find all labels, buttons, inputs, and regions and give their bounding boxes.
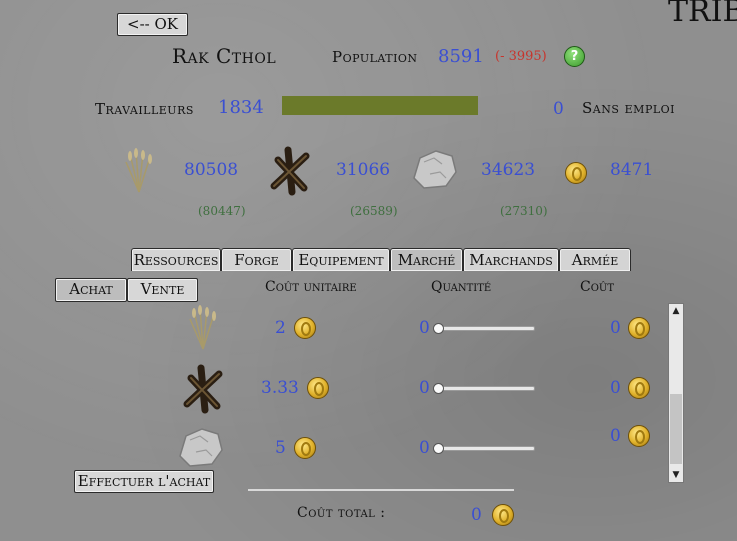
- city-name: Rak Cthol: [172, 44, 277, 68]
- cost-wheat: 0: [610, 318, 621, 338]
- resource-gold-value: 8471: [610, 160, 654, 180]
- ok-button[interactable]: <-- OK: [117, 13, 188, 36]
- scrollbar[interactable]: ▲ ▼: [668, 303, 684, 483]
- unit-cost-wood: 3.33: [261, 378, 299, 398]
- wheat-icon: [189, 305, 216, 350]
- subtab-achat[interactable]: Achat: [55, 278, 127, 302]
- slider-knob[interactable]: [433, 323, 444, 334]
- tab-equipement[interactable]: Equipement: [292, 248, 390, 271]
- resource-stone-sub: (27310): [500, 204, 548, 218]
- slider-knob[interactable]: [433, 383, 444, 394]
- execute-purchase-button[interactable]: Effectuer l'achat: [74, 470, 214, 493]
- col-unit-cost: Coût unitaire: [265, 279, 357, 295]
- wood-icon: [270, 146, 310, 196]
- corner-title: TRIB: [668, 0, 737, 29]
- col-quantity: Quantité: [431, 279, 492, 295]
- quantity-slider-wheat[interactable]: [434, 326, 535, 331]
- slider-knob[interactable]: [433, 443, 444, 454]
- cost-wood: 0: [610, 378, 621, 398]
- gold-coin-icon: [294, 437, 316, 459]
- resource-wood-value: 31066: [336, 160, 391, 180]
- tab-armee[interactable]: Armée: [559, 248, 631, 271]
- gold-coin-icon: [294, 317, 316, 339]
- scroll-thumb[interactable]: [670, 394, 682, 464]
- scroll-down-arrow-icon[interactable]: ▼: [669, 468, 683, 482]
- workers-bar-fill: [282, 96, 478, 115]
- total-cost-value: 0: [471, 505, 482, 525]
- stone-icon: [413, 150, 457, 189]
- stone-icon: [179, 428, 223, 467]
- gold-coin-icon: [628, 317, 650, 339]
- resource-wheat-value: 80508: [184, 160, 239, 180]
- tab-marchands[interactable]: Marchands: [463, 248, 559, 271]
- population-delta: (- 3995): [495, 49, 547, 64]
- unemployed-value: 0: [553, 99, 564, 119]
- tab-forge[interactable]: Forge: [221, 248, 292, 271]
- workers-label: Travailleurs: [95, 100, 194, 118]
- tab-marche[interactable]: Marché: [390, 248, 463, 271]
- gold-coin-icon: [492, 504, 514, 526]
- quantity-wheat: 0: [419, 318, 430, 338]
- cost-stone: 0: [610, 426, 621, 446]
- gold-coin-icon: [307, 377, 329, 399]
- unit-cost-stone: 5: [275, 438, 286, 458]
- gold-coin-icon: [628, 425, 650, 447]
- total-divider: [248, 489, 514, 491]
- unemployed-label: Sans emploi: [582, 99, 676, 117]
- wood-icon: [183, 364, 223, 414]
- subtab-vente[interactable]: Vente: [127, 278, 198, 302]
- quantity-slider-wood[interactable]: [434, 386, 535, 391]
- help-icon[interactable]: ?: [564, 46, 585, 67]
- tab-ressources[interactable]: Ressources: [131, 248, 221, 271]
- workers-value: 1834: [218, 97, 264, 118]
- total-cost-label: Coût total :: [297, 505, 386, 521]
- population-label: Population: [332, 48, 418, 66]
- quantity-stone: 0: [419, 438, 430, 458]
- resource-wood-sub: (26589): [350, 204, 398, 218]
- col-cost: Coût: [580, 279, 615, 295]
- gold-coin-icon: [565, 162, 587, 184]
- wheat-icon: [125, 148, 152, 193]
- resource-stone-value: 34623: [481, 160, 536, 180]
- quantity-slider-stone[interactable]: [434, 446, 535, 451]
- quantity-wood: 0: [419, 378, 430, 398]
- scroll-up-arrow-icon[interactable]: ▲: [669, 304, 683, 318]
- gold-coin-icon: [628, 377, 650, 399]
- workers-bar: [282, 96, 478, 115]
- unit-cost-wheat: 2: [275, 318, 286, 338]
- population-value: 8591: [438, 46, 484, 67]
- resource-wheat-sub: (80447): [198, 204, 246, 218]
